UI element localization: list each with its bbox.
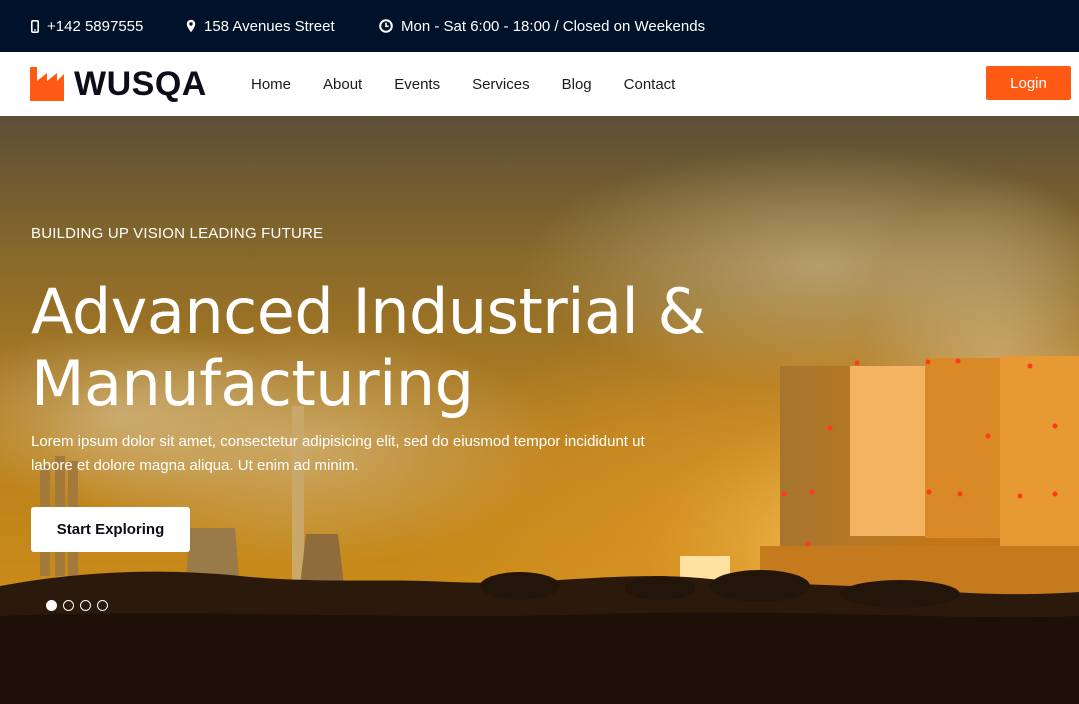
contact-phone[interactable]: +142 5897555 bbox=[31, 0, 143, 52]
slider-dot[interactable] bbox=[63, 600, 74, 611]
hero-headline-line-1: Advanced Industrial & bbox=[31, 275, 706, 348]
slider-dot[interactable] bbox=[80, 600, 91, 611]
address-text: 158 Avenues Street bbox=[204, 17, 335, 35]
location-pin-icon bbox=[186, 19, 196, 33]
nav-contact[interactable]: Contact bbox=[624, 76, 676, 93]
hero-eyebrow: BUILDING UP VISION LEADING FUTURE bbox=[31, 225, 324, 242]
nav-blog[interactable]: Blog bbox=[562, 76, 592, 93]
slider-dot[interactable] bbox=[97, 600, 108, 611]
hero-headline-line-2: Manufacturing bbox=[31, 347, 474, 420]
nav-services[interactable]: Services bbox=[472, 76, 530, 93]
business-hours: Mon - Sat 6:00 - 18:00 / Closed on Weeke… bbox=[379, 0, 705, 52]
nav-home[interactable]: Home bbox=[251, 76, 291, 93]
slider-pagination bbox=[46, 600, 114, 611]
slider-dot[interactable] bbox=[46, 600, 57, 611]
brand-name: WUSQA bbox=[74, 64, 207, 103]
primary-nav: Home About Events Services Blog Contact bbox=[251, 52, 707, 116]
nav-events[interactable]: Events bbox=[394, 76, 440, 93]
hero-description: Lorem ipsum dolor sit amet, consectetur … bbox=[31, 433, 645, 474]
hero-headline: Advanced Industrial & Manufacturing bbox=[31, 276, 751, 420]
phone-number: +142 5897555 bbox=[47, 17, 144, 35]
clock-icon bbox=[379, 19, 393, 33]
hero-slider: BUILDING UP VISION LEADING FUTURE Advanc… bbox=[0, 116, 1079, 704]
top-info-bar: +142 5897555 158 Avenues Street Mon - Sa… bbox=[0, 0, 1079, 52]
hours-text: Mon - Sat 6:00 - 18:00 / Closed on Weeke… bbox=[401, 17, 706, 35]
nav-about[interactable]: About bbox=[323, 76, 362, 93]
start-exploring-button[interactable]: Start Exploring bbox=[31, 507, 190, 552]
contact-address: 158 Avenues Street bbox=[186, 0, 335, 52]
login-button[interactable]: Login bbox=[986, 66, 1071, 100]
factory-logo-icon bbox=[30, 67, 64, 101]
main-navbar: WUSQA Home About Events Services Blog Co… bbox=[0, 52, 1079, 116]
phone-icon bbox=[31, 19, 39, 33]
brand-logo[interactable]: WUSQA bbox=[30, 64, 207, 103]
